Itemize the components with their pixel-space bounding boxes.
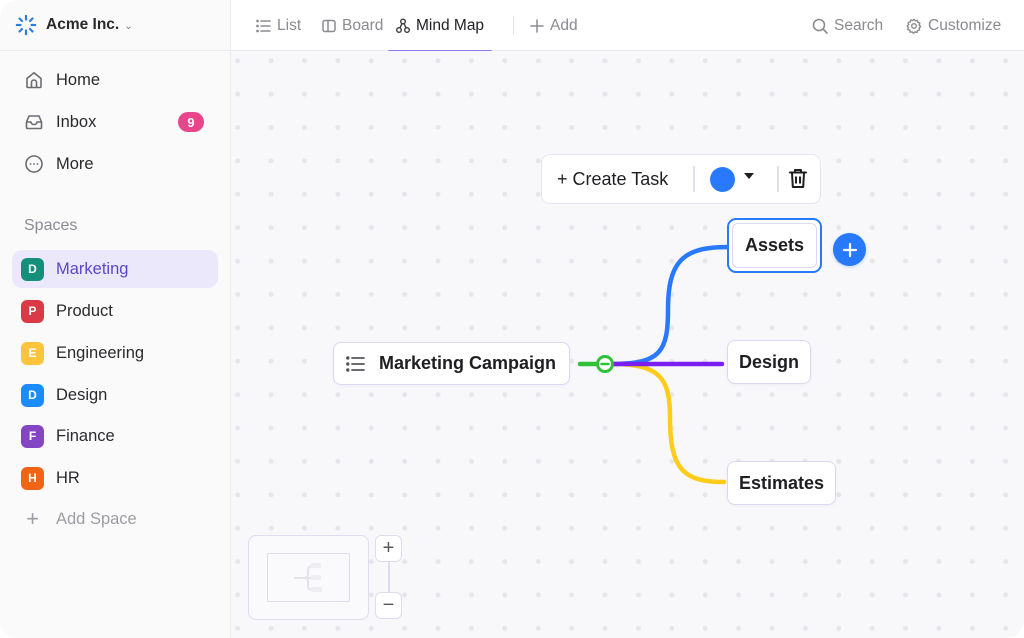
node-assets[interactable]: Assets <box>727 218 822 273</box>
inbox-icon <box>24 112 44 132</box>
list-icon <box>256 19 271 33</box>
space-label: Product <box>56 301 113 320</box>
tab-board[interactable]: Board <box>322 0 383 51</box>
board-icon <box>322 19 336 33</box>
nav-inbox[interactable]: Inbox 9 <box>12 103 218 141</box>
space-label: Finance <box>56 426 115 445</box>
search-icon <box>812 18 828 34</box>
customize-button[interactable]: Customize <box>906 0 1001 51</box>
spaces-header: Spaces <box>24 217 78 234</box>
tab-mind-map[interactable]: Mind Map <box>388 0 493 52</box>
divider <box>513 16 514 35</box>
spinner-burst-icon <box>15 14 37 36</box>
app-window: Acme Inc. ⌄ Home Inbox 9 More Spaces D M… <box>0 0 1024 638</box>
space-label: Design <box>56 385 108 404</box>
node-estimates-label: Estimates <box>738 472 825 493</box>
nav-more-label: More <box>56 154 94 173</box>
tab-mind-map-label: Mind Map <box>416 16 485 34</box>
nav-home-label: Home <box>56 70 101 89</box>
nav-home[interactable]: Home <box>12 61 218 99</box>
nav-inbox-label: Inbox <box>56 112 97 131</box>
space-product[interactable]: P Product <box>12 292 218 330</box>
space-avatar: E <box>21 341 44 365</box>
tab-board-label: Board <box>342 16 384 34</box>
view-tabs-bar: List Board Mind Map Add Search Customize <box>231 0 1024 52</box>
space-label: HR <box>56 468 80 487</box>
zoom-in-button[interactable]: + <box>375 535 402 562</box>
search-button[interactable]: Search <box>812 0 883 51</box>
node-estimates[interactable]: Estimates <box>727 461 836 505</box>
space-avatar: D <box>21 383 44 407</box>
space-avatar: H <box>21 466 44 490</box>
sidebar: Acme Inc. ⌄ Home Inbox 9 More Spaces D M… <box>0 0 231 638</box>
add-view-button[interactable]: Add <box>530 0 578 51</box>
space-avatar: P <box>21 299 44 323</box>
add-space-button[interactable]: + Add Space <box>12 500 218 538</box>
nav-more[interactable]: More <box>12 145 218 183</box>
plus-icon <box>842 242 857 257</box>
minimap-preview-icon <box>294 563 322 592</box>
search-label: Search <box>834 16 884 34</box>
divider <box>693 166 695 192</box>
add-child-node-button[interactable] <box>833 233 866 266</box>
customize-label: Customize <box>928 16 1002 34</box>
tab-list-label: List <box>277 16 302 34</box>
caret-down-icon[interactable] <box>744 173 754 179</box>
mind-map-icon <box>396 18 410 34</box>
root-node[interactable]: Marketing Campaign <box>333 342 570 385</box>
home-icon <box>24 70 44 90</box>
space-label: Marketing <box>56 259 129 278</box>
node-toolbar: + Create Task <box>541 154 821 204</box>
node-design-label: Design <box>738 351 799 372</box>
zoom-out-button[interactable]: − <box>375 592 402 619</box>
inbox-count-badge: 9 <box>178 112 204 132</box>
chevron-down-icon: ⌄ <box>124 20 133 32</box>
divider <box>777 166 779 192</box>
space-avatar: D <box>21 257 44 281</box>
add-view-label: Add <box>550 16 578 34</box>
list-icon <box>346 355 365 372</box>
root-node-label: Marketing Campaign <box>379 353 557 373</box>
zoom-slider-track[interactable] <box>388 562 390 593</box>
tab-list[interactable]: List <box>256 0 301 51</box>
create-task-button[interactable]: + Create Task <box>557 169 668 190</box>
node-assets-inner: Assets <box>732 223 817 268</box>
node-assets-label: Assets <box>744 235 805 255</box>
plus-icon: + <box>26 506 39 531</box>
workspace-switcher[interactable]: Acme Inc. ⌄ <box>0 0 230 51</box>
node-design[interactable]: Design <box>727 340 811 384</box>
plus-icon <box>530 18 544 33</box>
more-circle-icon <box>24 154 44 174</box>
minimap-viewport[interactable] <box>267 553 350 602</box>
space-label: Engineering <box>56 343 145 362</box>
color-picker-swatch[interactable] <box>710 167 735 192</box>
gear-icon <box>906 18 922 34</box>
space-avatar: F <box>21 424 44 448</box>
add-space-label: Add Space <box>56 509 137 528</box>
space-finance[interactable]: F Finance <box>12 417 218 455</box>
workspace-name: Acme Inc. <box>46 16 120 33</box>
space-engineering[interactable]: E Engineering <box>12 334 218 372</box>
trash-icon[interactable] <box>789 168 807 194</box>
minimap[interactable] <box>248 535 369 620</box>
space-design[interactable]: D Design <box>12 376 218 414</box>
space-marketing[interactable]: D Marketing <box>12 250 218 288</box>
space-hr[interactable]: H HR <box>12 459 218 497</box>
